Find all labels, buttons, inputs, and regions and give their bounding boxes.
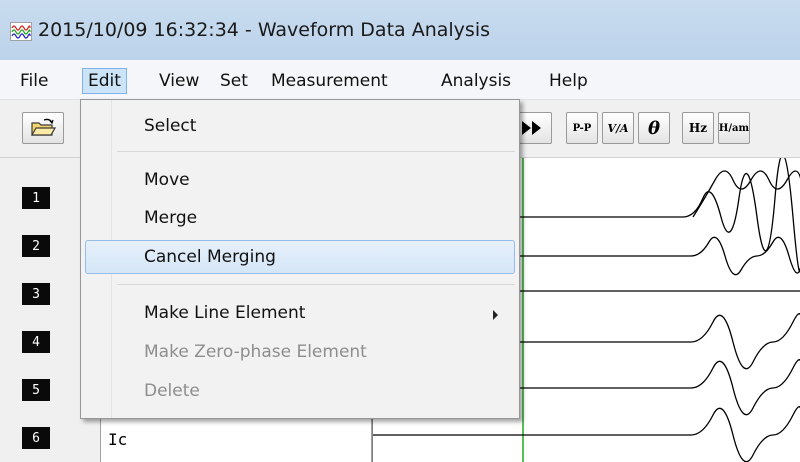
channel-number-4[interactable]: 4: [22, 331, 50, 353]
menu-edit[interactable]: Edit: [82, 68, 127, 94]
harmonics-label: H/am: [718, 122, 750, 134]
channel-number-2[interactable]: 2: [22, 235, 50, 257]
harmonics-icon[interactable]: H/am: [718, 112, 750, 144]
menu-view[interactable]: View: [153, 68, 205, 94]
channel-number-5[interactable]: 5: [22, 379, 50, 401]
menu-item-make-line-element[interactable]: Make Line Element: [85, 296, 515, 330]
menu-analysis[interactable]: Analysis: [435, 68, 517, 94]
window-title: 2015/10/09 16:32:34 - Waveform Data Anal…: [38, 19, 490, 41]
hertz-label: Hz: [688, 121, 708, 135]
edit-menu-dropdown: Select Move Merge Cancel Merging Make Li…: [80, 99, 520, 419]
channel-number-6[interactable]: 6: [22, 427, 50, 449]
menu-help[interactable]: Help: [543, 68, 594, 94]
waveform-app-icon[interactable]: [10, 22, 32, 41]
menu-set[interactable]: Set: [214, 68, 254, 94]
menu-file[interactable]: File: [14, 68, 54, 94]
menu-separator: [117, 284, 515, 285]
title-bar: 2015/10/09 16:32:34 - Waveform Data Anal…: [0, 0, 800, 60]
menu-bar: File Edit View Set Measurement Analysis …: [0, 60, 800, 100]
menu-item-cancel-merging[interactable]: Cancel Merging: [85, 240, 515, 274]
menu-item-move[interactable]: Move: [85, 163, 515, 197]
channel-label-box-6[interactable]: [100, 418, 372, 462]
menu-item-make-zero-phase-element: Make Zero-phase Element: [144, 342, 367, 362]
channel-number-1[interactable]: 1: [22, 187, 50, 209]
menu-measurement[interactable]: Measurement: [265, 68, 394, 94]
waveform-channel-1b: [692, 170, 800, 218]
volt-amp-icon[interactable]: V/A: [602, 112, 634, 144]
menu-item-merge[interactable]: Merge: [85, 201, 515, 235]
menu-separator: [117, 151, 515, 152]
menu-item-make-line-element-label: Make Line Element: [144, 303, 306, 323]
channel-label-ic: Ic: [108, 430, 128, 449]
open-folder-icon[interactable]: [22, 112, 64, 144]
menu-item-select[interactable]: Select: [85, 109, 515, 143]
submenu-arrow-icon: [493, 310, 498, 320]
theta-label: θ: [647, 117, 660, 139]
volt-amp-label: V/A: [607, 121, 629, 135]
peak-to-peak-label: P-P: [572, 122, 592, 134]
hertz-icon[interactable]: Hz: [682, 112, 714, 144]
channel-number-3[interactable]: 3: [22, 283, 50, 305]
peak-to-peak-icon[interactable]: P-P: [566, 112, 598, 144]
theta-icon[interactable]: θ: [638, 112, 670, 144]
menu-item-delete: Delete: [144, 381, 200, 401]
